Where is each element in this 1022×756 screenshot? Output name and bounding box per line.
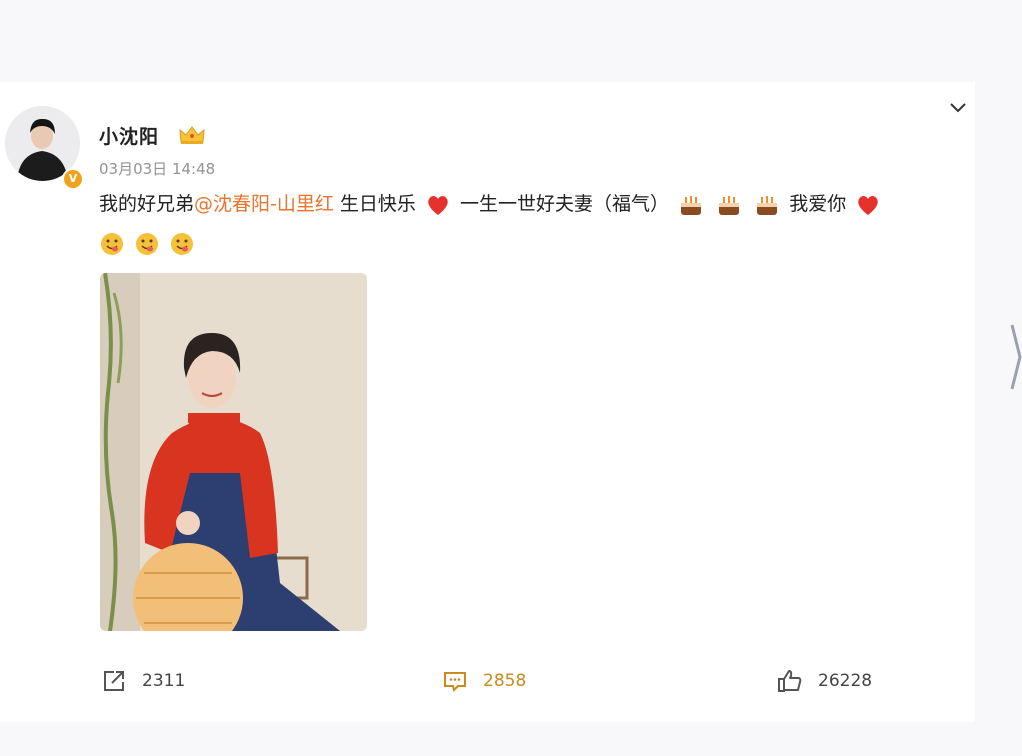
mention-link[interactable]: @沈春阳-山里红: [194, 193, 334, 215]
repost-button[interactable]: 2311: [100, 667, 185, 695]
post-text-intro: 我的好兄弟: [99, 193, 195, 215]
comment-icon: [444, 672, 466, 692]
repost-count: 2311: [142, 671, 186, 691]
chevron-right-icon[interactable]: [1010, 322, 1022, 392]
like-button[interactable]: 26228: [776, 667, 872, 695]
red-heart-icon: [425, 192, 451, 218]
author-name[interactable]: 小沈阳: [99, 122, 159, 149]
thumbs-up-icon: [778, 670, 802, 692]
post-text-love: 我爱你: [789, 193, 847, 215]
birthday-cake-icon: [754, 192, 780, 218]
verified-badge: V: [62, 168, 84, 190]
comment-count: 2858: [483, 671, 527, 691]
hungry-face-icon: [169, 231, 195, 257]
post-text: 我的好兄弟@沈春阳-山里红 生日快乐 一生一世好夫妻（福气） 我爱你: [99, 189, 969, 219]
post-text-birthday: 生日快乐: [333, 193, 416, 215]
like-count: 26228: [818, 671, 873, 691]
emoji-row: [99, 231, 199, 257]
red-heart-icon: [855, 192, 881, 218]
chevron-down-icon[interactable]: [948, 100, 968, 116]
hungry-face-icon: [99, 231, 125, 257]
birthday-cake-icon: [716, 192, 742, 218]
crown-icon: [179, 126, 205, 144]
hungry-face-icon: [134, 231, 160, 257]
post-timestamp[interactable]: 03月03日 14:48: [99, 158, 215, 179]
birthday-cake-icon: [678, 192, 704, 218]
post-photo[interactable]: [100, 273, 367, 631]
comment-button[interactable]: 2858: [441, 667, 526, 695]
share-icon: [104, 671, 124, 691]
post-text-blessing: 一生一世好夫妻（福气）: [460, 193, 670, 215]
